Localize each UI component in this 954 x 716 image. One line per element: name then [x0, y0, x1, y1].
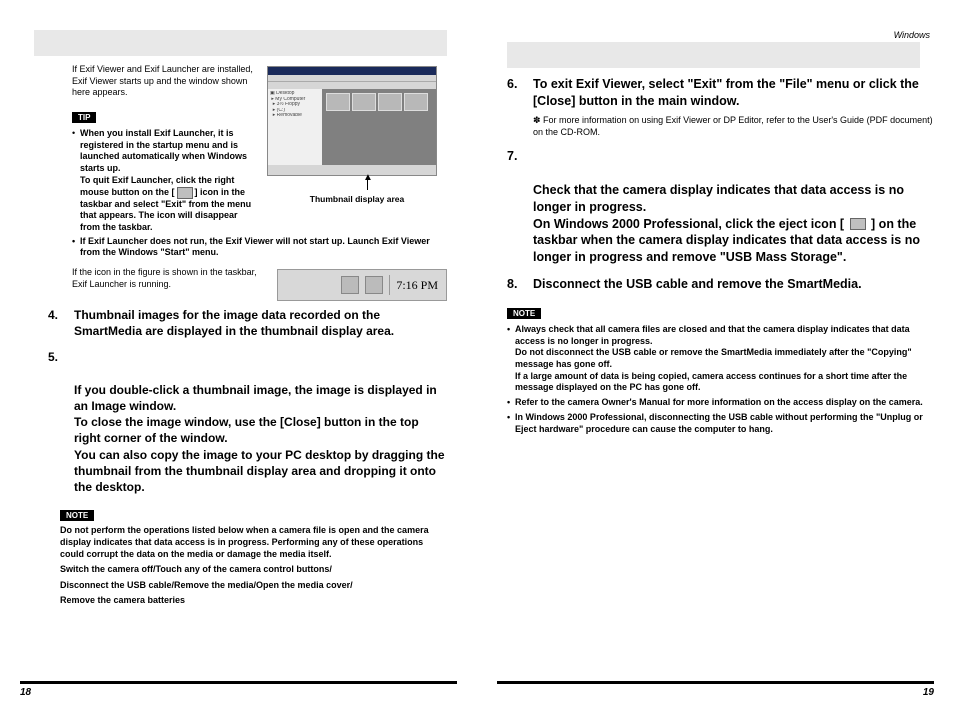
- taskbar-icon-note: If the icon in the figure is shown in th…: [72, 267, 269, 290]
- exif-launcher-icon: [177, 187, 193, 199]
- intro-text: If Exif Viewer and Exif Launcher are ins…: [72, 64, 259, 99]
- left-header-placeholder: [34, 30, 447, 56]
- page-left: If Exif Viewer and Exif Launcher are ins…: [0, 0, 477, 716]
- eject-icon: [850, 218, 866, 230]
- footer-left: 18: [20, 681, 457, 698]
- step-4: 4. Thumbnail images for the image data r…: [48, 307, 447, 339]
- page-right: Windows 6. To exit Exif Viewer, select "…: [477, 0, 954, 716]
- step-7: 7. Check that the camera display indicat…: [507, 148, 934, 266]
- note-body-left: Do not perform the operations listed bel…: [60, 524, 447, 606]
- step-6-subnote: ✽ For more information on using Exif Vie…: [533, 114, 934, 138]
- footer-right: 19: [497, 681, 934, 698]
- section-header-label: Windows: [507, 30, 934, 40]
- tray-icon-1: [341, 276, 359, 294]
- page-number-left: 18: [20, 687, 457, 698]
- step-8: 8. Disconnect the USB cable and remove t…: [507, 276, 934, 293]
- right-note-1: Always check that all camera files are c…: [507, 324, 934, 394]
- taskbar-time: 7:16 PM: [396, 278, 438, 293]
- right-note-3: In Windows 2000 Professional, disconnect…: [507, 412, 934, 435]
- tip-item-2: If Exif Launcher does not run, the Exif …: [72, 236, 447, 259]
- tip-label: TIP: [72, 112, 96, 123]
- note-label-left: NOTE: [60, 510, 94, 521]
- thumbnail-caption: Thumbnail display area: [267, 194, 447, 204]
- taskbar-figure: 7:16 PM: [277, 269, 447, 301]
- step-5: 5. If you double-click a thumbnail image…: [48, 349, 447, 495]
- right-header-placeholder: [507, 42, 920, 68]
- step-6: 6. To exit Exif Viewer, select "Exit" fr…: [507, 76, 934, 138]
- page-number-right: 19: [497, 687, 934, 698]
- note-label-right: NOTE: [507, 308, 541, 319]
- tray-icon-2: [365, 276, 383, 294]
- tip-item-1: When you install Exif Launcher, it is re…: [72, 128, 259, 234]
- exif-viewer-screenshot: ▣ Desktop ▸ My Computer ▸ 3½ Floppy ▸ (C…: [267, 66, 437, 176]
- right-note-2: Refer to the camera Owner's Manual for m…: [507, 397, 934, 409]
